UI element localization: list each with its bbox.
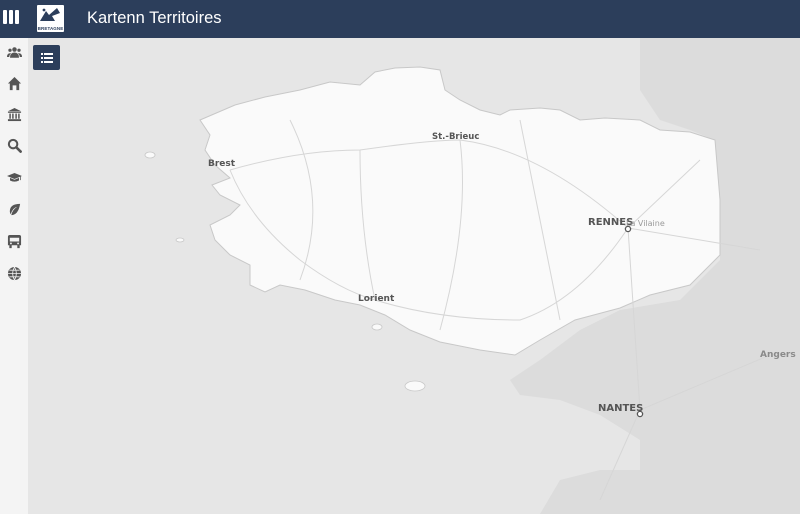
city-label-lorient: Lorient — [358, 294, 395, 304]
users-icon[interactable] — [5, 43, 23, 61]
city-label-brest: Brest — [208, 159, 236, 169]
bretagne-logo-icon — [40, 8, 60, 21]
belle-ile — [404, 380, 426, 392]
city-label-nantes: NANTES — [598, 403, 644, 414]
menu-toggle-icon[interactable] — [3, 10, 19, 26]
list-icon — [40, 52, 53, 63]
sein-island — [175, 237, 185, 243]
city-label-st-brieuc: St.-Brieuc — [432, 132, 480, 142]
layers-list-button[interactable] — [33, 45, 60, 70]
institution-icon[interactable] — [5, 105, 23, 123]
map-base — [144, 38, 800, 514]
sidebar — [0, 38, 29, 514]
top-bar: BRETAGNE Kartenn Territoires — [0, 0, 800, 38]
ouessant-island — [144, 151, 156, 159]
river-label-la-vilaine: La Vilaine — [626, 219, 665, 228]
graduation-cap-icon[interactable] — [5, 168, 23, 186]
city-label-angers: Angers — [760, 350, 796, 360]
search-icon[interactable] — [5, 136, 23, 154]
globe-icon[interactable] — [5, 264, 23, 282]
leaf-icon[interactable] — [5, 200, 23, 218]
app-title: Kartenn Territoires — [87, 9, 222, 27]
region-logo[interactable]: BRETAGNE — [37, 5, 64, 32]
map-canvas[interactable] — [28, 38, 800, 514]
groix-island — [371, 323, 383, 331]
logo-text: BRETAGNE — [37, 26, 64, 31]
bus-icon[interactable] — [5, 232, 23, 250]
home-icon[interactable] — [5, 74, 23, 92]
